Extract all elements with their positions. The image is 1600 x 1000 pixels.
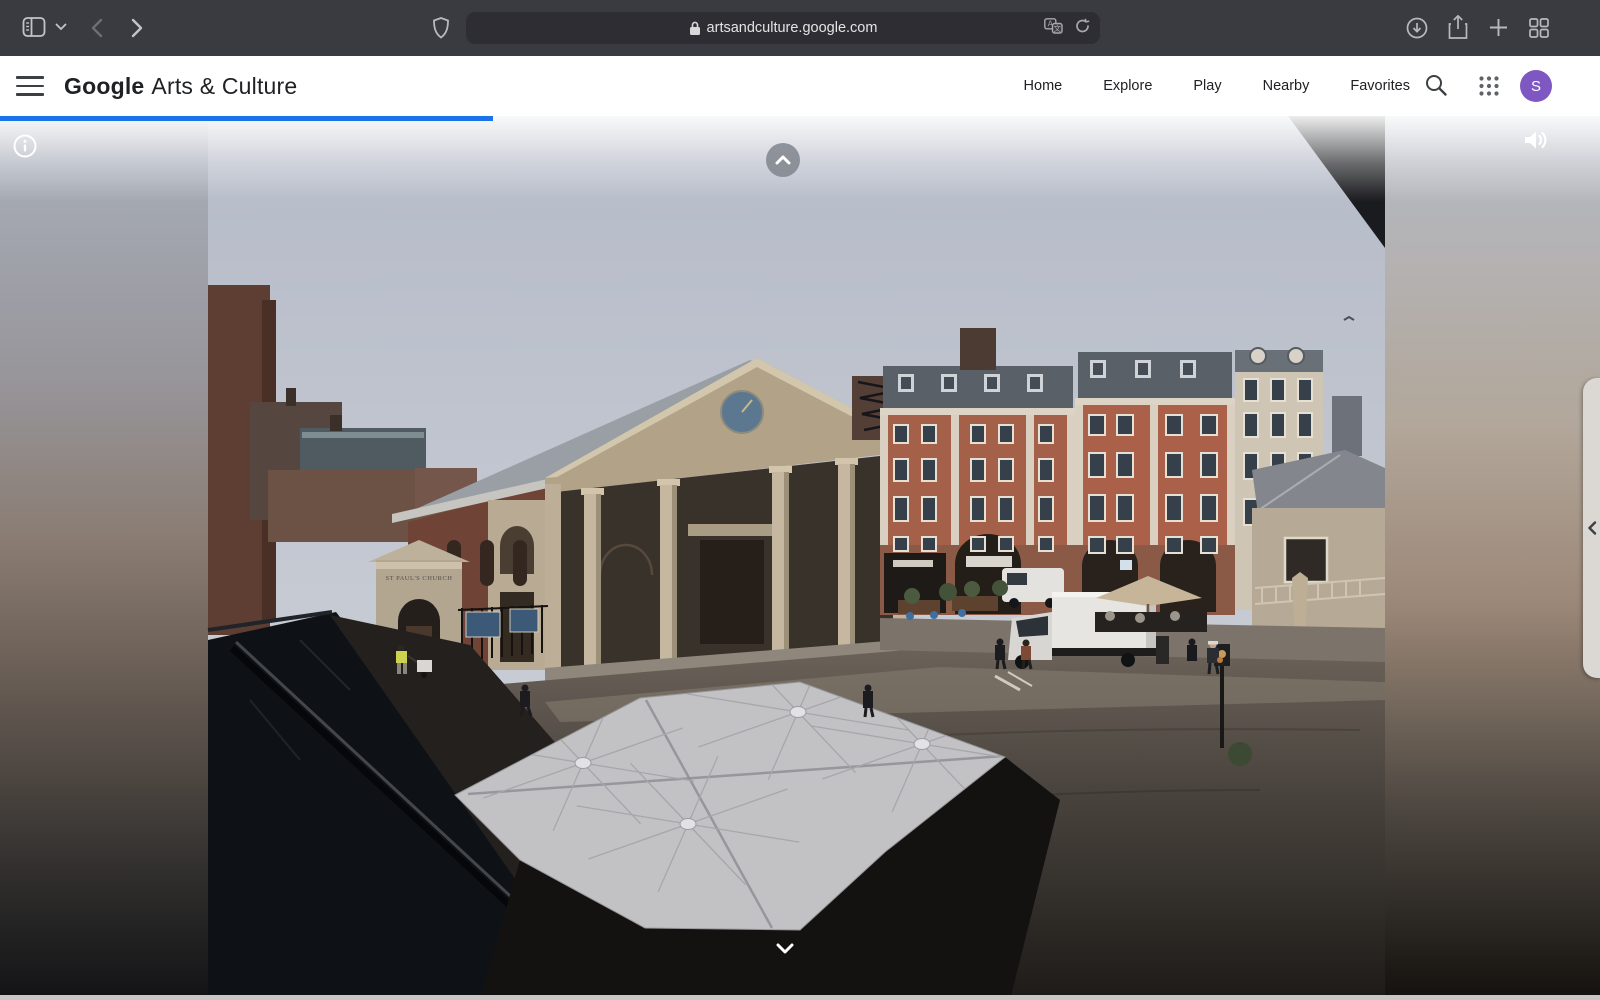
lock-icon xyxy=(689,21,701,36)
forward-icon[interactable] xyxy=(130,18,144,38)
nav-nearby[interactable]: Nearby xyxy=(1263,78,1310,94)
avatar[interactable]: S xyxy=(1520,70,1552,102)
browser-toolbar: artsandculture.google.com A文 xyxy=(0,0,1600,56)
url-text: artsandculture.google.com xyxy=(707,20,878,36)
info-button[interactable] xyxy=(12,133,38,159)
tour-progress-bar xyxy=(0,116,493,121)
mute-button[interactable] xyxy=(1522,127,1550,153)
hamburger-icon[interactable] xyxy=(16,73,44,99)
info-icon xyxy=(12,133,38,159)
pan-up-button[interactable] xyxy=(766,143,800,177)
chevron-down-icon xyxy=(776,943,794,954)
site-logo[interactable]: Google Arts & Culture xyxy=(64,56,297,116)
svg-text:文: 文 xyxy=(1053,23,1061,33)
pano-blur-left xyxy=(0,116,208,1000)
browser-window: artsandculture.google.com A文 xyxy=(0,0,1600,1000)
logo-arts-culture: Arts & Culture xyxy=(151,73,297,100)
covent-garden-panorama: ST PAUL'S CHURCH xyxy=(0,116,1600,1000)
nav-play[interactable]: Play xyxy=(1193,78,1221,94)
gatehouse-sign: ST PAUL'S CHURCH xyxy=(386,575,453,582)
pano-blur-right xyxy=(1385,116,1600,1000)
search-icon[interactable] xyxy=(1424,73,1448,102)
top-fade xyxy=(0,116,1600,202)
main-nav: Home Explore Play Nearby Favorites xyxy=(1024,56,1410,116)
panorama-viewport[interactable]: ST PAUL'S CHURCH xyxy=(0,116,1600,1000)
new-tab-icon[interactable] xyxy=(1488,17,1509,38)
volume-icon xyxy=(1522,127,1550,153)
google-apps-icon[interactable] xyxy=(1478,75,1500,102)
reload-icon[interactable] xyxy=(1075,18,1090,38)
sidebar-chevron-icon[interactable] xyxy=(55,23,67,31)
site-header: Google Arts & Culture Home Explore Play … xyxy=(0,56,1600,116)
logo-google: Google xyxy=(64,73,144,100)
nav-home[interactable]: Home xyxy=(1024,78,1063,94)
nav-favorites[interactable]: Favorites xyxy=(1350,78,1410,94)
nav-explore[interactable]: Explore xyxy=(1103,78,1152,94)
side-panel-expand-tab[interactable] xyxy=(1583,378,1600,678)
pan-down-button[interactable] xyxy=(768,936,802,960)
chevron-left-icon xyxy=(1587,521,1597,535)
tab-overview-icon[interactable] xyxy=(1528,17,1550,39)
tour-progress-track xyxy=(0,995,1600,1000)
back-icon[interactable] xyxy=(90,18,104,38)
chevron-up-icon xyxy=(775,155,791,165)
address-bar[interactable]: artsandculture.google.com A文 xyxy=(466,12,1100,44)
shield-icon[interactable] xyxy=(432,16,450,40)
translate-icon[interactable]: A文 xyxy=(1044,18,1063,38)
sidebar-icon[interactable] xyxy=(22,16,46,38)
hanging-wreath xyxy=(1228,742,1252,766)
download-icon[interactable] xyxy=(1406,17,1428,39)
share-icon[interactable] xyxy=(1447,14,1469,41)
